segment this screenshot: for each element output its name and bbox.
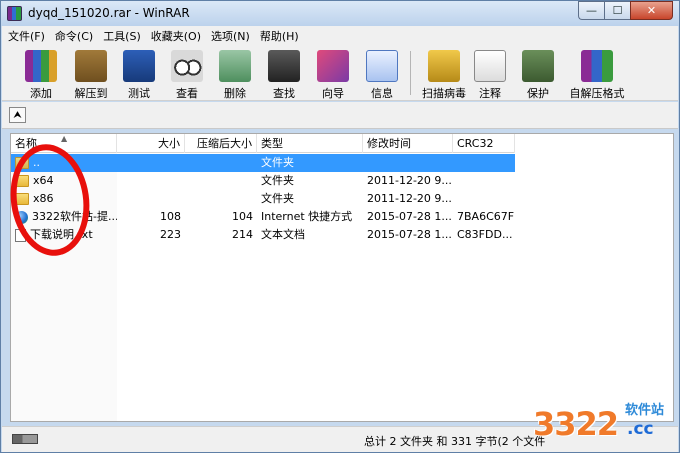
file-modified: 2011-12-20 9... (367, 192, 452, 205)
toolbar-separator (410, 51, 411, 95)
menu-commands[interactable]: 命令(C) (55, 28, 93, 44)
sfx-archive-icon (581, 50, 613, 82)
watermark-digits: 3322 (533, 405, 619, 443)
extract-icon (75, 50, 107, 82)
delete-icon (219, 50, 251, 82)
menu-file[interactable]: 文件(F) (8, 28, 45, 44)
wizard-icon (317, 50, 349, 82)
info-button[interactable]: 信息 (356, 47, 408, 100)
toolbar: 添加 解压到 测试 查看 删除 查找 向导 信息 扫描病毒 注释 保护 自解压格… (2, 45, 678, 101)
comment-icon (474, 50, 506, 82)
add-archive-icon (25, 50, 57, 82)
protect-button[interactable]: 保护 (512, 47, 564, 100)
comment-button[interactable]: 注释 (464, 47, 516, 100)
file-list-header: 名称 ▲ 大小 压缩后大小 类型 修改时间 CRC32 (11, 134, 515, 153)
menu-options[interactable]: 选项(N) (211, 28, 250, 44)
up-arrow-icon: ⮝ (13, 109, 22, 121)
column-header-size[interactable]: 大小 (117, 134, 185, 153)
info-icon (366, 50, 398, 82)
menu-bar: 文件(F) 命令(C) 工具(S) 收藏夹(O) 选项(N) 帮助(H) (2, 26, 678, 45)
find-label: 查找 (273, 87, 295, 100)
extract-button[interactable]: 解压到 (65, 47, 117, 100)
file-crc: C83FDD... (457, 228, 513, 241)
info-label: 信息 (371, 87, 393, 100)
test-icon (123, 50, 155, 82)
protect-label: 保护 (527, 87, 549, 100)
wizard-button[interactable]: 向导 (307, 47, 359, 100)
minimize-button[interactable]: — (578, 1, 604, 20)
menu-help[interactable]: 帮助(H) (260, 28, 299, 44)
delete-label: 删除 (224, 87, 246, 100)
file-type: 文件夹 (261, 174, 294, 187)
watermark-domain: .cc (627, 419, 654, 439)
file-crc: 7BA6C67F (457, 210, 515, 223)
file-packed-size: 214 (232, 228, 253, 241)
comment-label: 注释 (479, 87, 501, 100)
drive-key-icon[interactable] (12, 434, 38, 444)
status-summary: 总计 2 文件夹 和 331 字节(2 个文件 (364, 435, 546, 448)
file-size: 223 (160, 228, 181, 241)
sort-ascending-icon: ▲ (61, 134, 68, 143)
close-button[interactable]: ✕ (630, 1, 673, 20)
file-row-readme[interactable]: 下载说明.txt 223 214 文本文档 2015-07-28 1... C8… (11, 226, 515, 244)
file-type: 文件夹 (261, 192, 294, 205)
file-modified (363, 154, 453, 172)
column-header-type[interactable]: 类型 (257, 134, 363, 153)
binoculars-icon (268, 50, 300, 82)
menu-favorites[interactable]: 收藏夹(O) (151, 28, 201, 44)
delete-button[interactable]: 删除 (209, 47, 261, 100)
file-modified: 2015-07-28 1... (367, 228, 452, 241)
column-header-packed[interactable]: 压缩后大小 (185, 134, 257, 153)
test-button[interactable]: 测试 (113, 47, 165, 100)
winrar-app-icon (7, 6, 22, 21)
title-bar[interactable]: dyqd_151020.rar - WinRAR — ☐ ✕ (1, 1, 679, 26)
shield-icon (522, 50, 554, 82)
file-packed-size (185, 172, 257, 190)
find-button[interactable]: 查找 (258, 47, 310, 100)
winrar-window: dyqd_151020.rar - WinRAR — ☐ ✕ 文件(F) 命令(… (0, 0, 680, 453)
address-bar: ⮝ (2, 102, 678, 129)
watermark-site-text: 软件站 (625, 403, 665, 418)
file-list[interactable]: 名称 ▲ 大小 压缩后大小 类型 修改时间 CRC32 .. 文件夹 x64 文… (10, 133, 674, 422)
column-header-crc[interactable]: CRC32 (453, 134, 515, 153)
wizard-label: 向导 (322, 87, 344, 100)
file-row-parent[interactable]: .. 文件夹 (11, 154, 515, 172)
add-button[interactable]: 添加 (15, 47, 67, 100)
view-button[interactable]: 查看 (161, 47, 213, 100)
menu-tools[interactable]: 工具(S) (103, 28, 141, 44)
file-type: Internet 快捷方式 (261, 210, 353, 223)
window-controls: — ☐ ✕ (578, 1, 673, 20)
file-crc (453, 154, 515, 172)
maximize-button[interactable]: ☐ (604, 1, 630, 20)
file-size: 108 (160, 210, 181, 223)
test-label: 测试 (128, 87, 150, 100)
file-size (117, 172, 185, 190)
glasses-icon (171, 50, 203, 82)
sfx-button[interactable]: 自解压格式 (564, 47, 630, 100)
add-label: 添加 (30, 87, 52, 100)
file-modified: 2015-07-28 1... (367, 210, 452, 223)
sfx-label: 自解压格式 (569, 87, 625, 100)
file-modified: 2011-12-20 9... (367, 174, 452, 187)
file-crc (453, 190, 515, 208)
scan-virus-icon (428, 50, 460, 82)
file-crc (453, 172, 515, 190)
file-type: 文件夹 (261, 156, 294, 169)
site-watermark: 软件站 3322 .cc (529, 397, 677, 447)
view-label: 查看 (176, 87, 198, 100)
window-title: dyqd_151020.rar - WinRAR (28, 6, 190, 20)
up-folder-button[interactable]: ⮝ (9, 107, 26, 123)
file-type: 文本文档 (261, 228, 305, 241)
file-packed-size (185, 154, 257, 172)
file-size (117, 154, 185, 172)
column-header-modified[interactable]: 修改时间 (363, 134, 453, 153)
file-packed-size (185, 190, 257, 208)
extract-label: 解压到 (74, 87, 108, 100)
file-size (117, 190, 185, 208)
file-packed-size: 104 (232, 210, 253, 223)
